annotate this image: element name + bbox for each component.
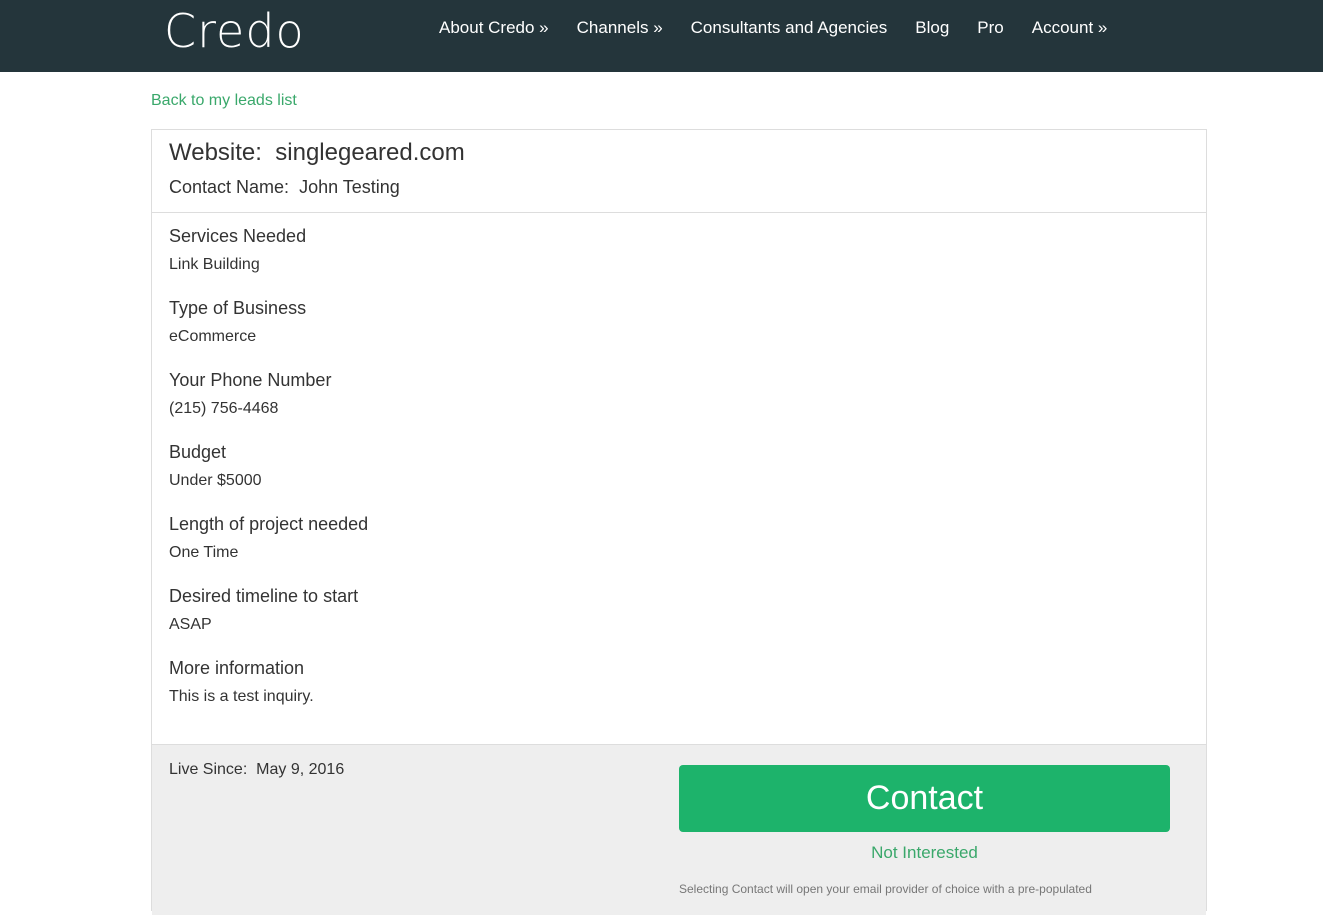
contact-name-value: John Testing <box>299 177 400 197</box>
contact-button[interactable]: Contact <box>679 765 1170 832</box>
live-since: Live Since: May 9, 2016 <box>169 761 344 779</box>
contact-name-label: Contact Name: <box>169 177 290 197</box>
contact-name-line: Contact Name: John Testing <box>169 177 400 198</box>
website-line: Website: singlegeared.com <box>169 139 465 167</box>
field-services-needed: Services Needed Link Building <box>169 225 306 275</box>
nav-item-about[interactable]: About Credo » <box>425 18 563 38</box>
not-interested-link[interactable]: Not Interested <box>679 843 1170 863</box>
credo-logo[interactable]: Credo <box>164 3 305 59</box>
live-since-label: Live Since: <box>169 761 248 778</box>
nav-item-blog[interactable]: Blog <box>901 18 963 38</box>
field-label: Length of project needed <box>169 514 369 534</box>
field-phone-number: Your Phone Number (215) 756-4468 <box>169 369 331 419</box>
field-more-information: More information This is a test inquiry. <box>169 657 314 707</box>
back-to-leads-link[interactable]: Back to my leads list <box>151 92 297 110</box>
lead-fields: Services Needed Link Building Type of Bu… <box>152 213 1206 744</box>
field-type-of-business: Type of Business eCommerce <box>169 297 306 347</box>
field-label: Desired timeline to start <box>169 586 359 606</box>
nav-item-pro[interactable]: Pro <box>963 18 1017 38</box>
lead-footer: Live Since: May 9, 2016 Contact Not Inte… <box>152 744 1206 915</box>
field-value: One Time <box>169 544 239 561</box>
nav-item-account[interactable]: Account » <box>1018 18 1122 38</box>
main-nav: About Credo » Channels » Consultants and… <box>425 0 1121 56</box>
field-value: ASAP <box>169 616 212 633</box>
field-label: Services Needed <box>169 226 307 246</box>
nav-item-consultants[interactable]: Consultants and Agencies <box>677 18 902 38</box>
live-since-date: May 9, 2016 <box>256 761 345 778</box>
field-timeline: Desired timeline to start ASAP <box>169 585 358 635</box>
website-label: Website: <box>169 139 262 166</box>
contact-fine-print: Selecting Contact will open your email p… <box>679 882 1092 896</box>
top-navbar: Credo About Credo » Channels » Consultan… <box>0 0 1323 72</box>
field-value: (215) 756-4468 <box>169 400 279 417</box>
field-value: eCommerce <box>169 328 257 345</box>
field-value: This is a test inquiry. <box>169 688 314 705</box>
lead-card: Website: singlegeared.com Contact Name: … <box>151 129 1207 915</box>
field-value: Under $5000 <box>169 472 262 489</box>
lead-header: Website: singlegeared.com Contact Name: … <box>152 130 1206 213</box>
field-label: Your Phone Number <box>169 370 332 390</box>
field-label: More information <box>169 658 305 678</box>
field-budget: Budget Under $5000 <box>169 441 262 491</box>
field-label: Budget <box>169 442 227 462</box>
field-label: Type of Business <box>169 298 307 318</box>
nav-item-channels[interactable]: Channels » <box>563 18 677 38</box>
website-value: singlegeared.com <box>275 139 465 166</box>
field-project-length: Length of project needed One Time <box>169 513 368 563</box>
field-value: Link Building <box>169 256 260 273</box>
